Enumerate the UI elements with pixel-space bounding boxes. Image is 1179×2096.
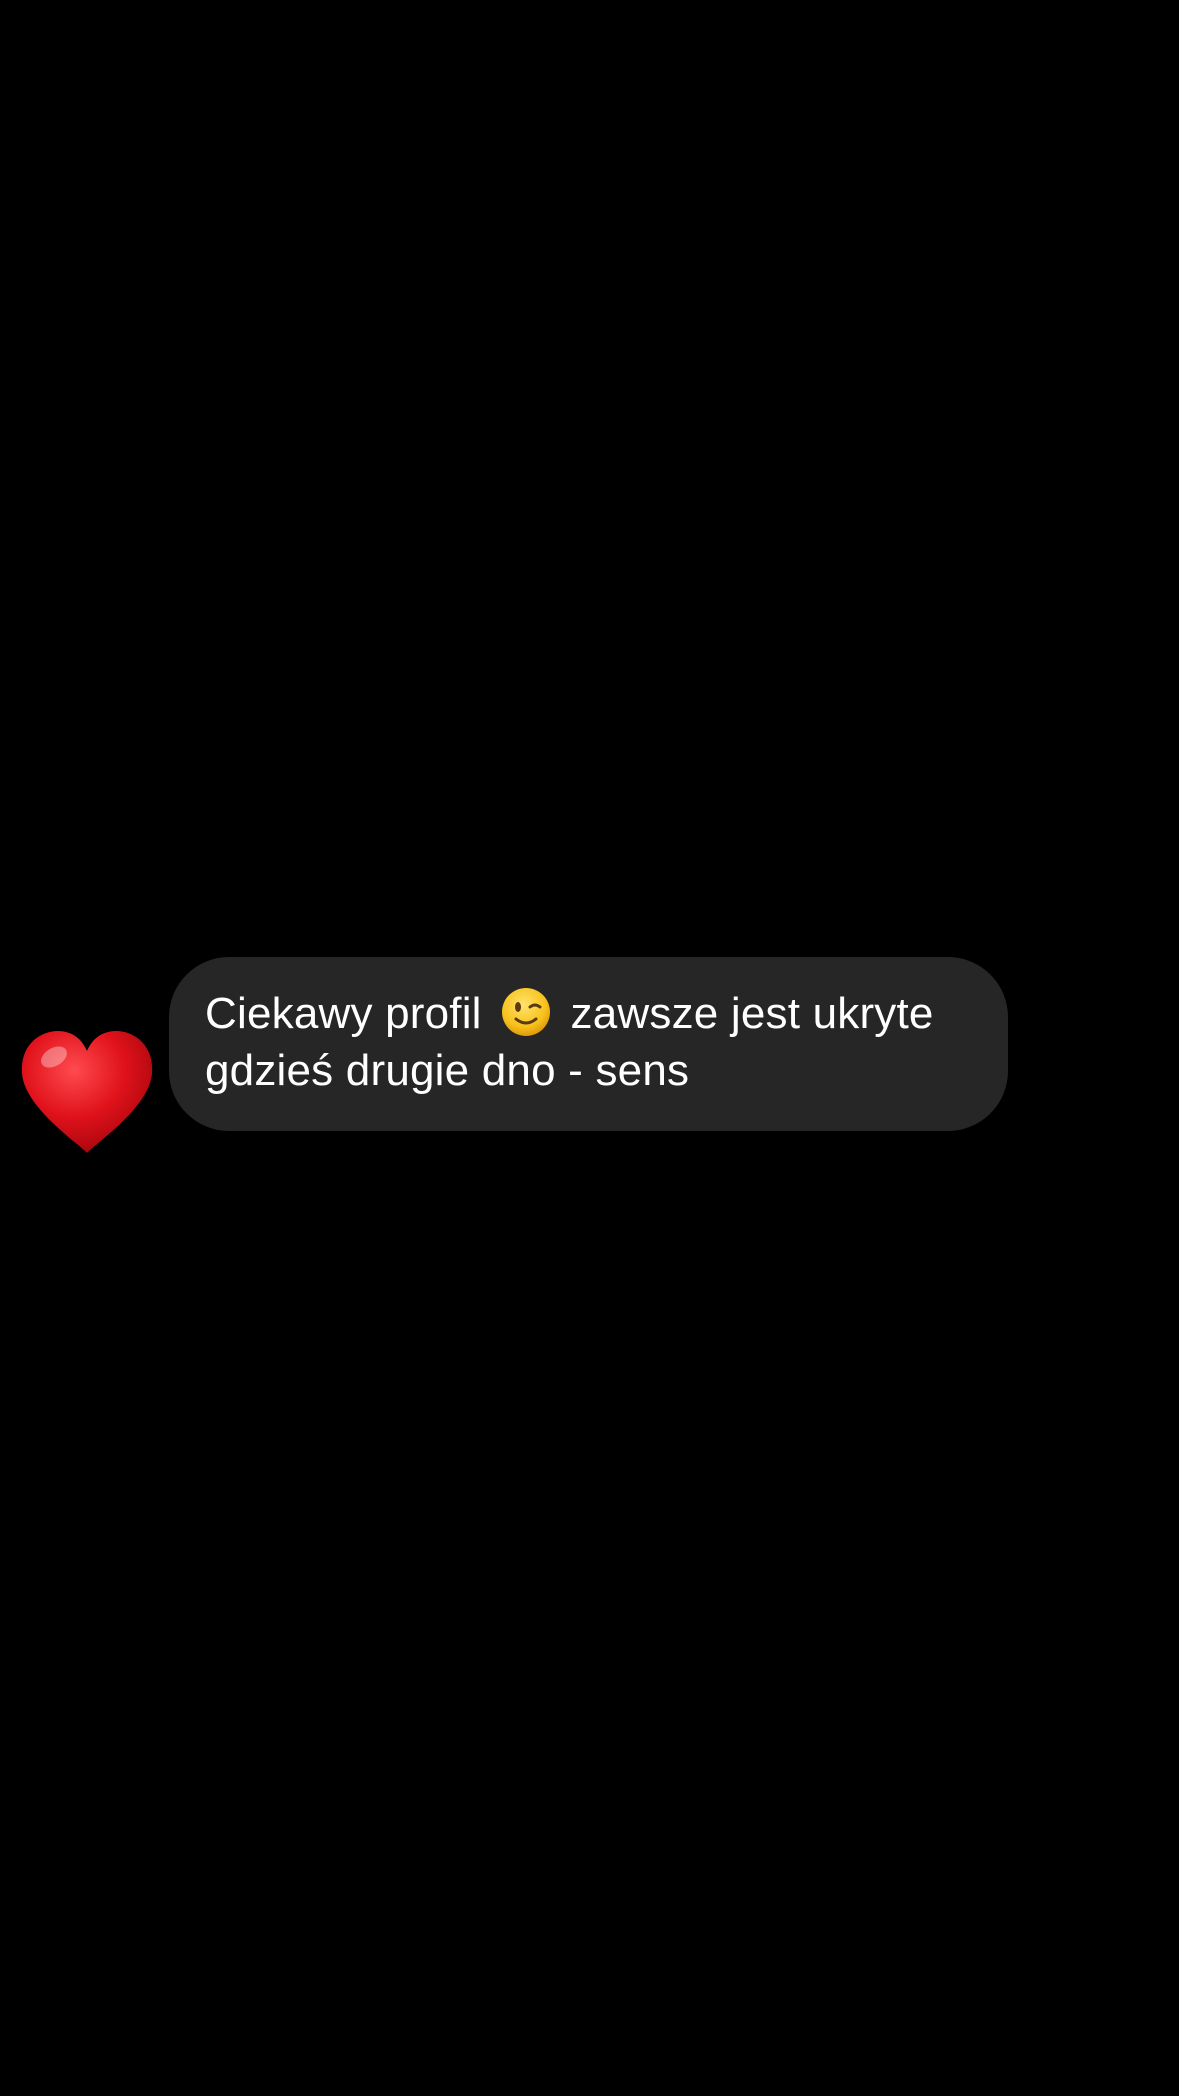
message-bubble[interactable]: Ciekawy profil zawsze jest ukryte gdzieś… — [169, 957, 1008, 1131]
red-heart-icon[interactable] — [18, 1027, 156, 1157]
message-text-part-1: Ciekawy profil — [205, 989, 482, 1038]
message-line-2: gdzieś drugie dno - sens — [205, 1046, 690, 1095]
message-line-1: Ciekawy profil zawsze jest ukryte — [205, 985, 968, 1042]
story-reply-screen: { "message": { "line1_before": "Ciekawy … — [0, 0, 1179, 2096]
message-text-part-2: zawsze jest ukryte — [570, 989, 934, 1038]
message-row: Ciekawy profil zawsze jest ukryte gdzieś… — [0, 957, 1179, 1177]
wink-emoji-icon — [502, 988, 551, 1037]
